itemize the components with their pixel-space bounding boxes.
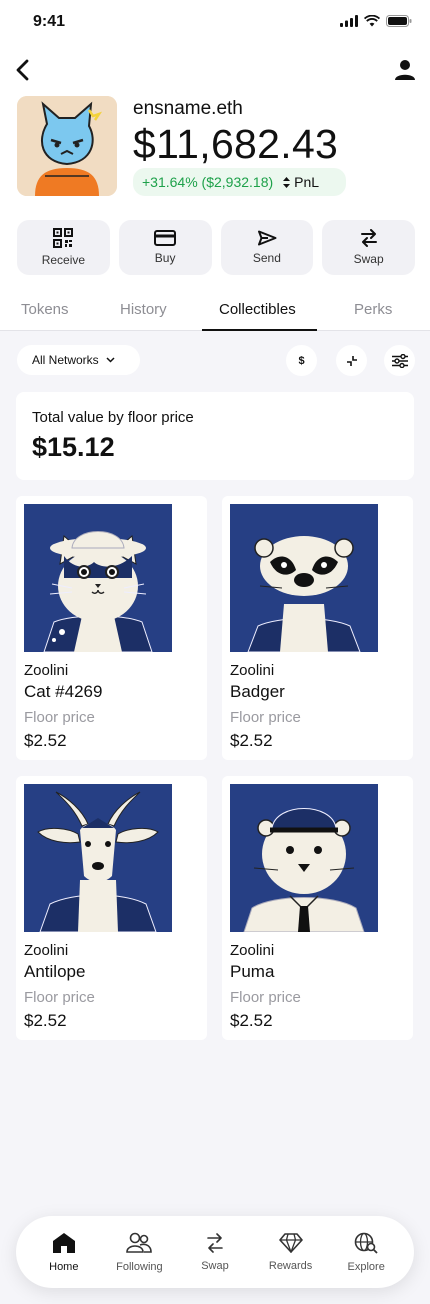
sliders-icon [391,353,408,368]
bottom-navigation: Home Following Swap Rewards Explore [16,1216,414,1288]
tab-bar: Tokens History Collectibles Perks [0,290,430,331]
nft-name: Badger [230,682,285,701]
send-label: Send [252,251,281,265]
nav-following-label: Following [116,1260,163,1273]
buy-button[interactable]: Buy [118,220,212,275]
nft-collection: Zoolini [24,942,69,959]
swap-button[interactable]: Swap [322,220,415,275]
pnl-toggle[interactable]: PnL [283,174,319,190]
nft-card[interactable]: Zoolini Cat #4269 Floor price $2.52 [16,496,207,760]
nav-explore-label: Explore [347,1260,385,1273]
floor-price-label: Floor price [24,709,95,726]
floor-price-value: $2.52 [24,1011,67,1030]
nav-rewards-label: Rewards [268,1259,313,1272]
nft-collection: Zoolini [24,662,69,679]
wifi-icon [364,15,380,27]
action-buttons: Receive Buy Send Swap [17,220,415,275]
filter-settings-button[interactable] [384,345,415,376]
pnl-label: PnL [294,174,320,190]
floor-price-value: $2.52 [230,731,273,750]
active-tab-indicator [202,329,317,331]
floor-price-label: Floor price [24,989,95,1006]
buy-label: Buy [154,251,176,265]
nft-name: Cat #4269 [24,682,103,701]
nav-explore[interactable]: Explore [331,1232,401,1273]
nav-following[interactable]: Following [104,1232,174,1273]
status-icons [340,15,412,27]
currency-button[interactable]: $ [286,345,317,376]
nft-image-badger [230,504,378,652]
avatar [17,96,117,196]
credit-card-icon [154,230,177,246]
pnl-change: +31.64% ($2,932.18) [142,174,274,190]
qr-code-icon [53,228,74,248]
collapse-icon [346,355,357,366]
nft-image-puma [230,784,378,932]
nav-home-label: Home [49,1260,79,1273]
user-icon[interactable] [394,58,416,82]
status-bar: 9:41 [0,0,430,46]
swap-icon [360,229,377,247]
currency-symbol: $ [298,354,305,367]
nav-swap[interactable]: Swap [180,1232,250,1272]
summary-label: Total value by floor price [32,409,194,426]
chevron-down-icon [106,357,115,363]
users-icon [126,1232,153,1253]
sort-arrows-icon [283,176,291,188]
home-icon [52,1232,75,1253]
nft-name: Antilope [24,962,86,981]
chevron-left-icon[interactable] [12,56,34,84]
floor-price-value: $2.52 [24,731,67,750]
tab-tokens[interactable]: Tokens [21,301,69,318]
nft-image-cat [24,504,172,652]
cat-avatar-illustration [17,96,117,196]
tab-collectibles[interactable]: Collectibles [219,301,296,318]
swap-label: Swap [353,252,384,266]
send-icon [257,230,277,246]
header-area: 9:41 ensname.eth $11,682.43 +31.64% ($2,… [0,0,430,331]
nft-image-antilope [24,784,172,932]
signal-icon [340,15,358,27]
swap-icon [207,1232,223,1253]
floor-price-value: $2.52 [230,1011,273,1030]
floor-value-summary: Total value by floor price $15.12 [16,392,414,480]
tab-perks[interactable]: Perks [354,301,392,318]
tab-history[interactable]: History [120,301,167,318]
pnl-badge[interactable]: +31.64% ($2,932.18) PnL [133,168,346,196]
receive-button[interactable]: Receive [17,220,110,275]
nft-card[interactable]: Zoolini Antilope Floor price $2.52 [16,776,207,1040]
send-button[interactable]: Send [220,220,314,275]
battery-icon [386,15,412,27]
wallet-balance: $11,682.43 [133,121,339,167]
globe-search-icon [354,1232,378,1254]
receive-label: Receive [41,253,86,267]
filter-bar: All Networks $ [17,345,415,376]
nft-card[interactable]: Zoolini Puma Floor price $2.52 [222,776,413,1040]
nav-home[interactable]: Home [29,1232,99,1273]
nft-card[interactable]: Zoolini Badger Floor price $2.52 [222,496,413,760]
floor-price-label: Floor price [230,989,301,1006]
nav-rewards[interactable]: Rewards [256,1232,326,1272]
nft-name: Puma [230,962,275,981]
floor-price-label: Floor price [230,709,301,726]
nft-collection: Zoolini [230,942,275,959]
wallet-name: ensname.eth [133,98,243,119]
diamond-icon [278,1232,303,1253]
network-dropdown[interactable]: All Networks [17,345,140,375]
summary-value: $15.12 [32,432,115,462]
network-label: All Networks [32,353,99,367]
collapse-button[interactable] [336,345,367,376]
status-time: 9:41 [33,13,66,30]
nft-collection: Zoolini [230,662,275,679]
nav-swap-label: Swap [201,1259,229,1272]
